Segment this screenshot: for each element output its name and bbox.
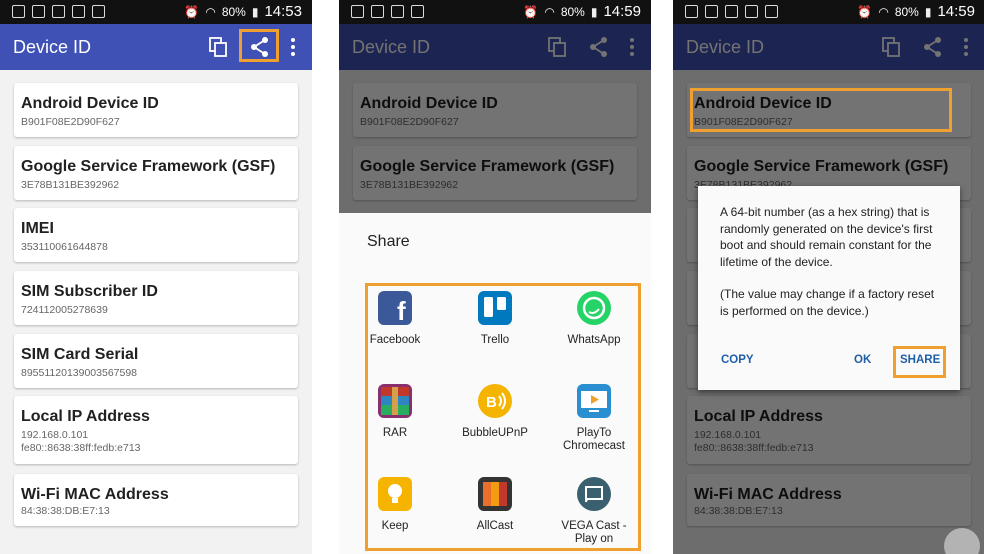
clock: 14:53 [264, 3, 302, 20]
card-value: 84:38:38:DB:E7:13 [21, 505, 110, 517]
copy-button[interactable]: COPY [721, 354, 754, 366]
svg-text:B: B [486, 394, 497, 411]
card-value: 3E78B131BE392962 [21, 179, 120, 191]
card-wifi-mac-address[interactable]: Wi-Fi MAC Address 84:38:38:DB:E7:13 [14, 474, 298, 526]
bubbleupnp-icon: B [478, 384, 512, 418]
share-sheet-title: Share [367, 233, 410, 250]
alarm-icon: ⏰ [523, 4, 539, 19]
app-label: AllCast [476, 520, 514, 532]
card-title: Wi-Fi MAC Address [21, 486, 169, 503]
share-app-whatsapp[interactable]: WhatsApp [544, 291, 644, 347]
battery-percent: 80% [560, 4, 585, 19]
card-value: 353110061644878 [21, 241, 108, 253]
share-app-playto-chromecast[interactable]: PlayTo Chromecast [544, 384, 644, 453]
share-app-vega-cast[interactable]: VEGA Cast - Play on [544, 477, 644, 546]
notification-icons [12, 5, 105, 18]
rar-icon [378, 384, 412, 418]
app-label: BubbleUPnP [462, 427, 528, 439]
app-label: Facebook [369, 334, 421, 346]
app-label: VEGA Cast - Play on [561, 520, 627, 545]
battery-percent: 80% [894, 4, 919, 19]
notification-icons [351, 5, 424, 18]
app-label: RAR [382, 427, 408, 439]
battery-percent: 80% [221, 4, 246, 19]
card-title: Google Service Framework (GSF) [21, 158, 276, 175]
more-vert-icon[interactable] [290, 36, 296, 58]
vega-cast-icon [577, 477, 611, 511]
playto-chromecast-icon [577, 384, 611, 418]
card-value: 89551120139003567598 [21, 367, 138, 379]
share-app-rar[interactable]: RAR [345, 384, 445, 440]
share-app-keep[interactable]: Keep [345, 477, 445, 533]
card-title: IMEI [21, 220, 54, 237]
battery-icon: ▮ [251, 4, 259, 19]
screen-info-dialog: ⏰ ◠ 80% ▮ 14:59 Device ID Android Device… [673, 0, 984, 554]
dialog-note: (The value may change if a factory reset… [720, 287, 935, 318]
wifi-icon: ◠ [878, 4, 889, 19]
share-app-trello[interactable]: Trello [445, 291, 545, 347]
wifi-icon: ◠ [544, 4, 555, 19]
card-title: SIM Card Serial [21, 346, 139, 363]
notification-icons [685, 5, 778, 18]
clock: 14:59 [937, 3, 975, 20]
battery-icon: ▮ [590, 4, 598, 19]
facebook-icon: f [378, 291, 412, 326]
share-app-allcast[interactable]: AllCast [445, 477, 545, 533]
app-label: Trello [480, 334, 510, 346]
card-value: 192.168.0.101 fe80::8638:38ff:fedb:e713 [21, 429, 141, 454]
share-sheet: Share f Facebook Trello WhatsApp RAR B B… [339, 213, 651, 554]
dialog-message: A 64-bit number (as a hex string) that i… [720, 204, 942, 319]
share-button-highlight [893, 346, 946, 378]
card-title: Android Device ID [21, 95, 159, 112]
card-title: SIM Subscriber ID [21, 283, 158, 300]
allcast-icon [478, 477, 512, 511]
dialog-description: A 64-bit number (as a hex string) that i… [720, 205, 933, 269]
card-local-ip-address[interactable]: Local IP Address 192.168.0.101 fe80::863… [14, 396, 298, 464]
card-gsf[interactable]: Google Service Framework (GSF) 3E78B131B… [14, 146, 298, 200]
card-sim-subscriber-id[interactable]: SIM Subscriber ID 724112005278639 [14, 271, 298, 325]
app-label: PlayTo Chromecast [563, 427, 625, 452]
card-value: 724112005278639 [21, 304, 108, 316]
card-value: B901F08E2D90F627 [21, 116, 120, 128]
svg-text:f: f [397, 296, 406, 325]
card-android-device-id[interactable]: Android Device ID B901F08E2D90F627 [14, 83, 298, 137]
card-sim-card-serial[interactable]: SIM Card Serial 89551120139003567598 [14, 334, 298, 388]
keep-icon [378, 477, 412, 511]
device-id-highlight [690, 88, 952, 132]
wifi-icon: ◠ [205, 4, 216, 19]
copy-icon[interactable] [207, 36, 229, 58]
info-dialog: A 64-bit number (as a hex string) that i… [698, 186, 960, 390]
status-bar: ⏰ ◠ 80% ▮ 14:59 [673, 0, 984, 24]
status-bar: ⏰ ◠ 80% ▮ 14:59 [339, 0, 651, 24]
share-highlight [239, 29, 279, 62]
screen-share-sheet: ⏰ ◠ 80% ▮ 14:59 Device ID Android Device… [339, 0, 651, 554]
whatsapp-icon [577, 291, 611, 325]
alarm-icon: ⏰ [184, 4, 200, 19]
share-app-facebook[interactable]: f Facebook [345, 291, 445, 347]
status-bar: ⏰ ◠ 80% ▮ 14:53 [0, 0, 312, 24]
app-label: WhatsApp [567, 334, 621, 346]
trello-icon [478, 291, 512, 325]
battery-icon: ▮ [924, 4, 932, 19]
app-title: Device ID [13, 37, 92, 57]
alarm-icon: ⏰ [857, 4, 873, 19]
card-imei[interactable]: IMEI 353110061644878 [14, 208, 298, 262]
clock: 14:59 [603, 3, 641, 20]
ok-button[interactable]: OK [854, 354, 871, 366]
card-title: Local IP Address [21, 408, 150, 425]
screen-device-id-list: ⏰ ◠ 80% ▮ 14:53 Device ID Android Device… [0, 0, 312, 554]
share-app-bubbleupnp[interactable]: B BubbleUPnP [445, 384, 545, 440]
app-label: Keep [381, 520, 409, 532]
